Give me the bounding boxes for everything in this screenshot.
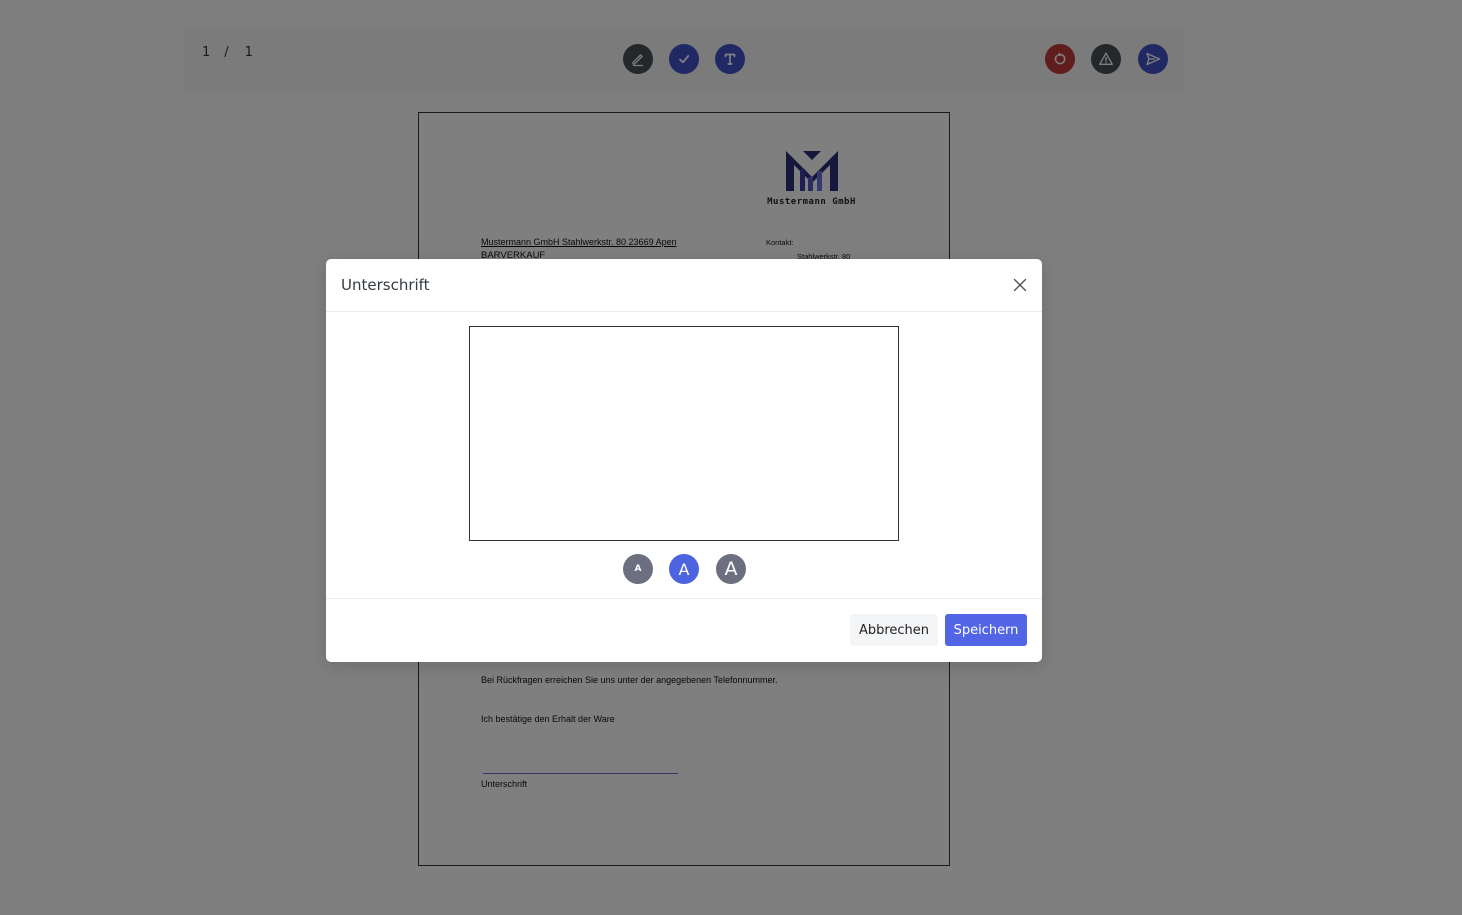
pen-size-small-button[interactable]: A (623, 554, 653, 584)
dialog-footer: Abbrechen Speichern (326, 598, 1042, 663)
dialog-title: Unterschrift (341, 276, 430, 294)
close-icon (1013, 278, 1027, 292)
close-button[interactable] (1010, 275, 1030, 295)
cancel-button[interactable]: Abbrechen (850, 614, 938, 646)
pen-size-large-button[interactable]: A (716, 554, 746, 584)
dialog-header: Unterschrift (326, 259, 1042, 312)
pen-size-medium-button[interactable]: A (669, 554, 699, 584)
save-button[interactable]: Speichern (945, 614, 1027, 646)
signature-dialog: Unterschrift A A A Abbrechen Speichern (326, 259, 1042, 662)
signature-pad[interactable] (469, 326, 899, 541)
